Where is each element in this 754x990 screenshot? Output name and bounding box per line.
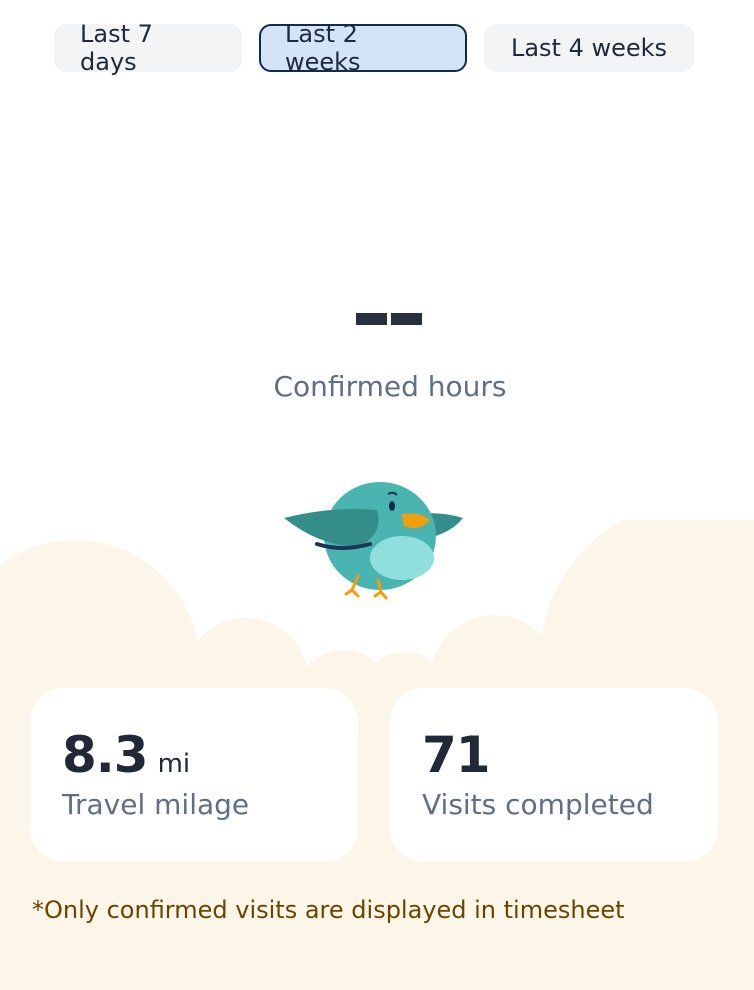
confirmed-hours-placeholder (356, 313, 422, 325)
placeholder-dash (391, 313, 422, 325)
travel-milage-value: 8.3 (62, 726, 149, 784)
filter-last-2-weeks[interactable]: Last 2 weeks (259, 20, 467, 76)
travel-value-row: 8.3 mi (62, 726, 358, 784)
visits-value-row: 71 (422, 726, 718, 784)
bird-icon (284, 482, 463, 600)
travel-milage-unit: mi (157, 749, 191, 779)
confirmed-hours-label: Confirmed hours (273, 370, 507, 403)
placeholder-dash (356, 313, 387, 325)
filter-last-7-days[interactable]: Last 7 days (54, 20, 242, 76)
visits-completed-label: Visits completed (422, 788, 654, 821)
visits-completed-card: 71 Visits completed (390, 688, 718, 862)
timesheet-footnote: *Only confirmed visits are displayed in … (32, 896, 625, 924)
timesheet-summary: Last 7 days Last 2 weeks Last 4 weeks Co… (0, 0, 754, 990)
filter-last-4-weeks[interactable]: Last 4 weeks (484, 24, 694, 72)
visits-completed-value: 71 (422, 726, 491, 784)
travel-milage-card: 8.3 mi Travel milage (30, 688, 358, 862)
travel-milage-label: Travel milage (62, 788, 250, 821)
date-range-filters: Last 7 days Last 2 weeks Last 4 weeks (54, 20, 694, 76)
